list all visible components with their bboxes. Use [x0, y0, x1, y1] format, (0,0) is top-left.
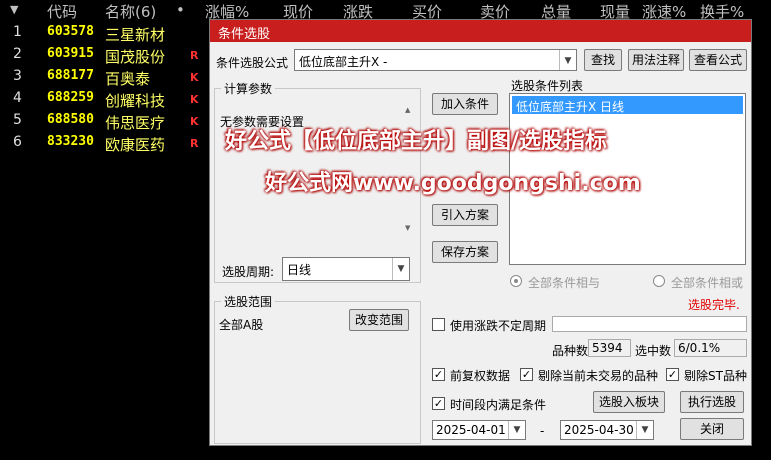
stock-name: 三星新材 [105, 26, 166, 44]
adjust-checkbox[interactable]: ✓ [432, 368, 445, 381]
scroll-up-icon[interactable]: ▲ [405, 106, 410, 114]
row-index: 2 [13, 46, 22, 62]
row-index: 6 [13, 134, 22, 150]
stock-code: 688580 [47, 112, 94, 127]
table-row[interactable]: 5 688580 伟思医疗 K [0, 110, 210, 132]
period-select[interactable]: 日线 ▼ [282, 257, 410, 281]
period-condition-label: 时间段内满足条件 [450, 398, 547, 412]
date-separator: - [540, 424, 545, 438]
date-to: 2025-04-30 [564, 423, 634, 437]
radio-or[interactable] [653, 275, 665, 287]
add-condition-button[interactable]: 加入条件 [432, 93, 498, 115]
row-index: 1 [13, 24, 22, 40]
period-condition-checkbox[interactable]: ✓ [432, 397, 445, 410]
stock-name: 欧康医药 [105, 136, 166, 154]
stock-screener-dialog: 条件选股 条件选股公式 低位底部主升X - ▼ 查找 用法注释 查看公式 计算参… [209, 19, 752, 446]
table-row[interactable]: 2 603915 国茂股份 R [0, 44, 210, 66]
chevron-down-icon[interactable]: ▼ [636, 421, 653, 439]
list-item[interactable]: 低位底部主升X 日线 [512, 96, 743, 114]
formula-select[interactable]: 低位底部主升X - ▼ [294, 49, 577, 71]
date-from: 2025-04-01 [436, 423, 506, 437]
row-index: 3 [13, 68, 22, 84]
period-label: 选股周期: [222, 265, 275, 279]
use-uncertain-checkbox[interactable] [432, 318, 445, 331]
col-code[interactable]: 代码 [47, 1, 77, 22]
selected-label: 选中数 [635, 344, 672, 358]
period-value: 日线 [287, 263, 312, 277]
watermark-site: 好公式网www.goodgongshi.com [265, 171, 641, 196]
status-text: 选股完毕. [688, 298, 740, 312]
sort-arrow-icon[interactable]: ▼ [10, 3, 18, 16]
stock-flag: R [190, 49, 199, 62]
count-label: 品种数 [552, 344, 589, 358]
condition-list-title: 选股条件列表 [511, 79, 584, 93]
stock-flag: K [190, 71, 199, 84]
save-plan-button[interactable]: 保存方案 [432, 241, 498, 263]
row-index: 5 [13, 112, 22, 128]
row-index: 4 [13, 90, 22, 106]
table-row[interactable]: 4 688259 创耀科技 K [0, 88, 210, 110]
close-button[interactable]: 关闭 [680, 418, 744, 440]
uncertain-period-input[interactable] [552, 316, 747, 332]
chevron-down-icon[interactable]: ▼ [392, 258, 409, 280]
formula-value: 低位底部主升X - [299, 55, 388, 69]
stock-name: 创耀科技 [105, 92, 166, 110]
exclude-st-label: 剔除ST品种 [684, 369, 747, 383]
to-board-button[interactable]: 选股入板块 [593, 391, 665, 413]
chevron-down-icon[interactable]: ▼ [559, 50, 576, 70]
usage-notes-button[interactable]: 用法注释 [628, 49, 684, 71]
range-value: 全部A股 [219, 318, 264, 332]
scroll-down-icon[interactable]: ▼ [405, 224, 410, 232]
watermark-title: 好公式【低位底部主升】副图/选股指标 [225, 129, 608, 154]
exclude-untraded-checkbox[interactable]: ✓ [520, 368, 533, 381]
view-formula-button[interactable]: 查看公式 [689, 49, 747, 71]
find-button[interactable]: 查找 [584, 49, 622, 71]
stock-code: 603578 [47, 24, 94, 39]
table-row[interactable]: 1 603578 三星新材 [0, 22, 210, 44]
adjust-label: 前复权数据 [450, 369, 511, 383]
stock-name: 国茂股份 [105, 48, 166, 66]
stock-name: 伟思医疗 [105, 114, 166, 132]
table-row[interactable]: 6 833230 欧康医药 R [0, 132, 210, 154]
selected-value: 6/0.1% [674, 339, 747, 357]
dialog-title[interactable]: 条件选股 [210, 20, 751, 42]
count-value: 5394 [588, 339, 631, 357]
radio-and[interactable] [510, 275, 522, 287]
stock-code: 603915 [47, 46, 94, 61]
execute-button[interactable]: 执行选股 [680, 391, 744, 413]
radio-or-label: 全部条件相或 [671, 276, 744, 290]
stock-flag: R [190, 137, 199, 150]
change-range-button[interactable]: 改变范围 [349, 309, 409, 331]
exclude-st-checkbox[interactable]: ✓ [666, 368, 679, 381]
quote-table-header: ▼ 代码 名称(6) • 涨幅% 现价 涨跌 买价 卖价 总量 现量 涨速% 换… [0, 0, 771, 22]
formula-label: 条件选股公式 [216, 56, 289, 70]
date-from-select[interactable]: 2025-04-01 ▼ [432, 420, 526, 440]
stock-code: 688259 [47, 90, 94, 105]
chevron-down-icon[interactable]: ▼ [508, 421, 525, 439]
range-group-title: 选股范围 [221, 293, 276, 310]
stock-flag: K [190, 93, 199, 106]
col-dot: • [176, 1, 185, 19]
exclude-untraded-label: 剔除当前未交易的品种 [538, 369, 659, 383]
table-row[interactable]: 3 688177 百奥泰 K [0, 66, 210, 88]
stock-name: 百奥泰 [105, 70, 151, 88]
stock-code: 688177 [47, 68, 94, 83]
col-name[interactable]: 名称(6) [105, 1, 156, 22]
params-group-title: 计算参数 [221, 80, 276, 97]
import-plan-button[interactable]: 引入方案 [432, 204, 498, 226]
date-to-select[interactable]: 2025-04-30 ▼ [560, 420, 654, 440]
stock-code: 833230 [47, 134, 94, 149]
use-uncertain-label: 使用涨跌不定周期 [450, 319, 547, 333]
radio-and-label: 全部条件相与 [528, 276, 601, 290]
stock-flag: K [190, 115, 199, 128]
